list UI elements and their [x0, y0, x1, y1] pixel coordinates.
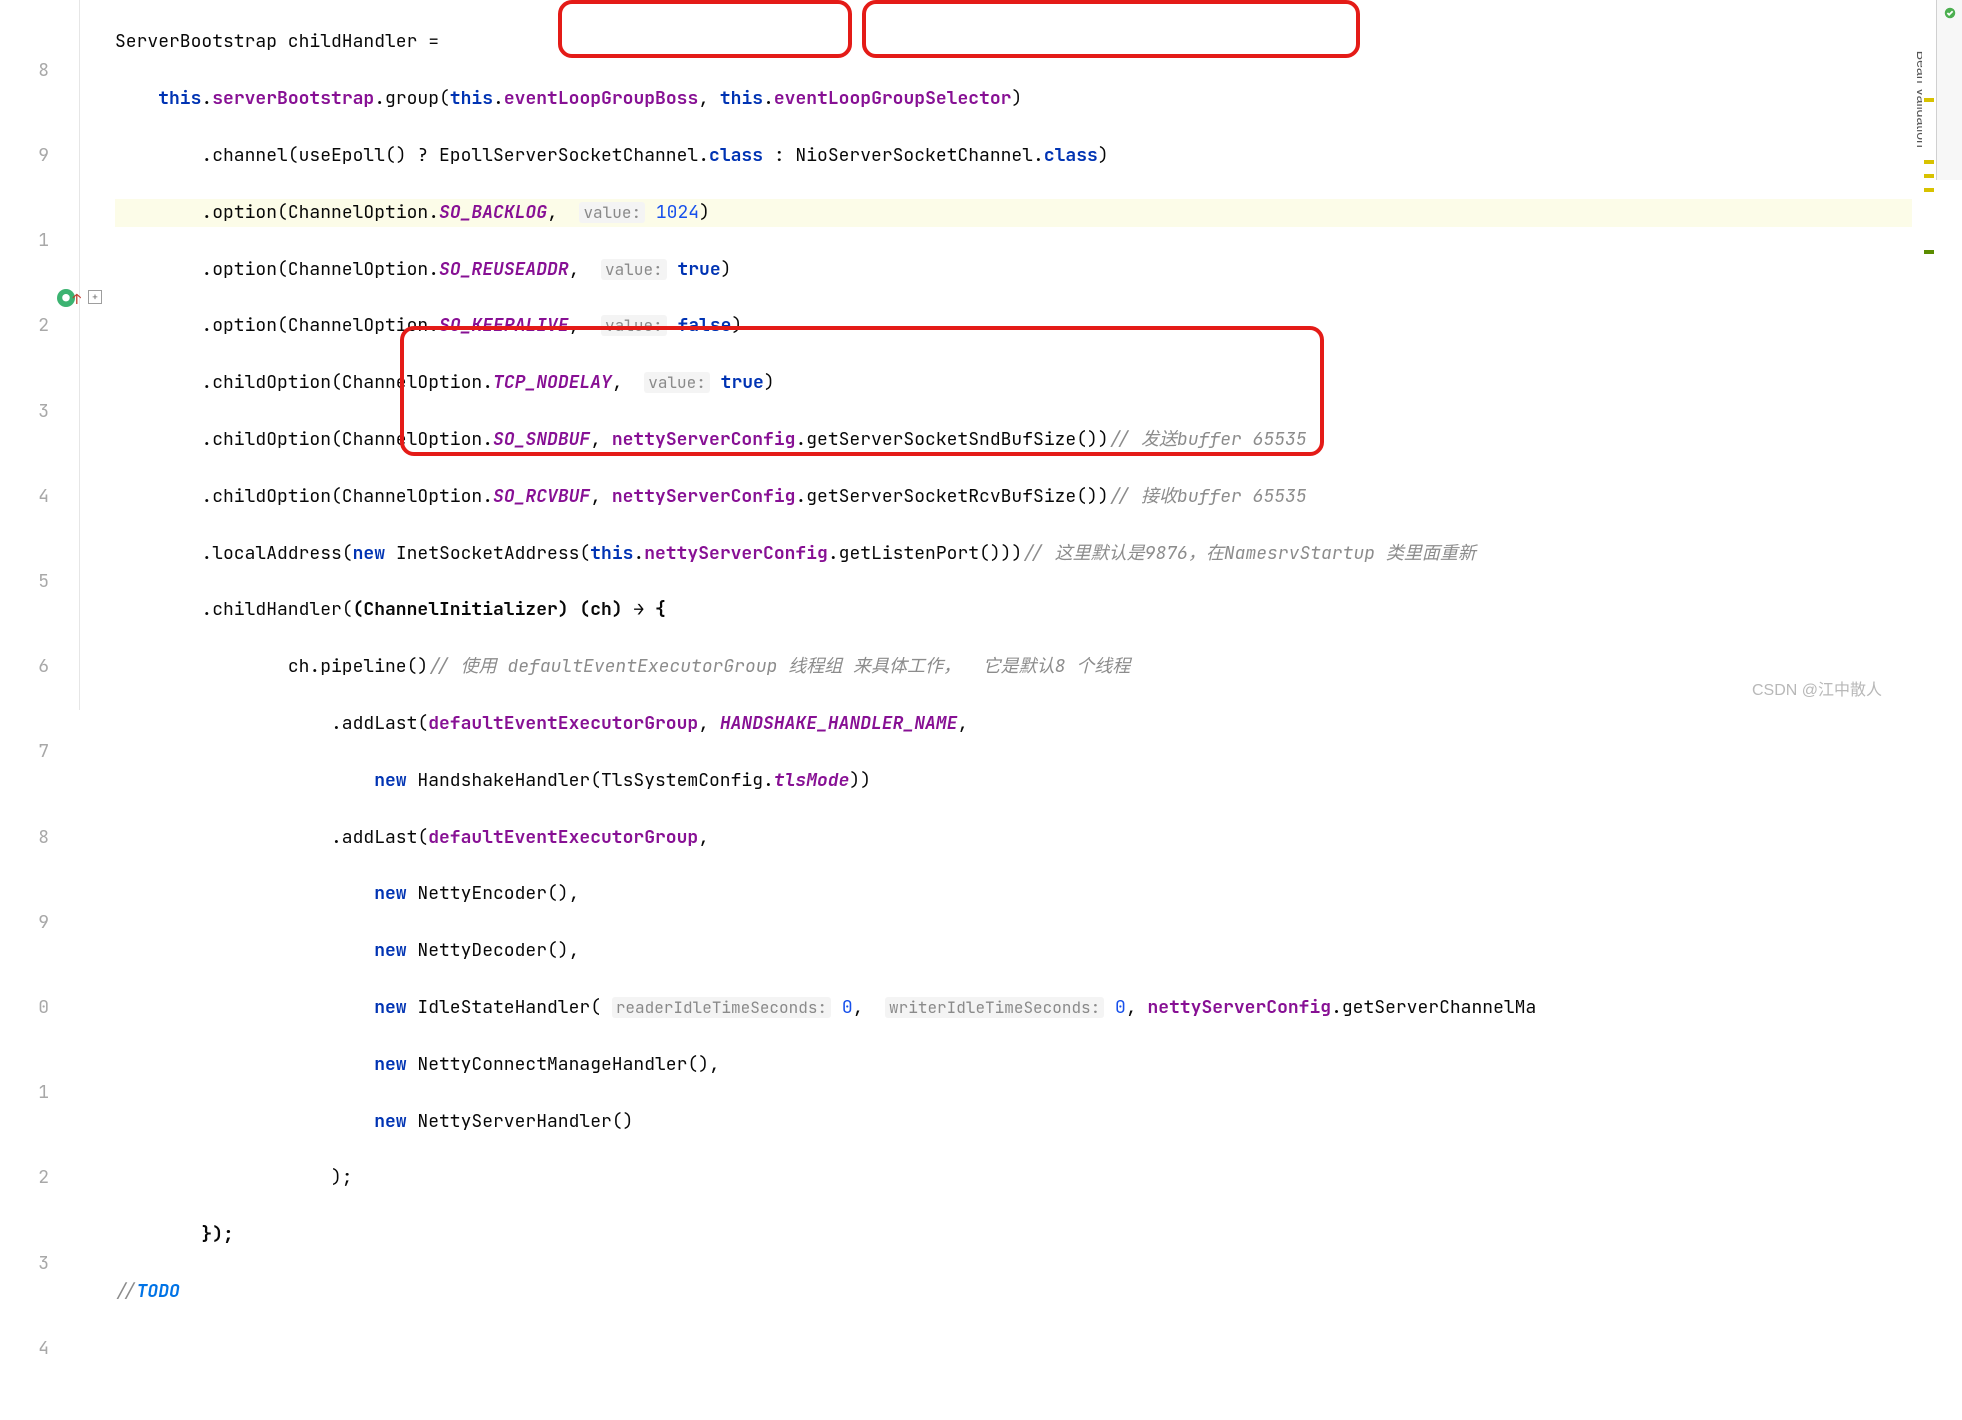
- code-line[interactable]: .addLast(defaultEventExecutorGroup, HAND…: [115, 710, 1912, 738]
- code-editor[interactable]: ServerBootstrap childHandler = this.serv…: [115, 0, 1912, 1335]
- code-line[interactable]: new NettyServerHandler(): [115, 1108, 1912, 1136]
- fold-toggle-icon[interactable]: +: [88, 290, 102, 304]
- code-line[interactable]: });: [115, 1221, 1912, 1249]
- warning-stripe-icon[interactable]: [1924, 188, 1934, 192]
- warning-stripe-icon[interactable]: [1924, 98, 1934, 102]
- code-line[interactable]: .childOption(ChannelOption.SO_RCVBUF, ne…: [115, 483, 1912, 511]
- code-line[interactable]: .option(ChannelOption.SO_KEEPALIVE, valu…: [115, 312, 1912, 340]
- code-line[interactable]: .childOption(ChannelOption.TCP_NODELAY, …: [115, 369, 1912, 397]
- code-line[interactable]: .childHandler((ChannelInitializer) (ch) …: [115, 596, 1912, 624]
- change-stripe-icon[interactable]: [1924, 250, 1934, 254]
- code-line[interactable]: new IdleStateHandler( readerIdleTimeSeco…: [115, 994, 1912, 1022]
- code-line[interactable]: .channel(useEpoll() ? EpollServerSocketC…: [115, 142, 1912, 170]
- code-line[interactable]: new HandshakeHandler(TlsSystemConfig.tls…: [115, 767, 1912, 795]
- line-number: 4: [0, 483, 49, 511]
- code-line[interactable]: .option(ChannelOption.SO_REUSEADDR, valu…: [115, 256, 1912, 284]
- watermark-text: CSDN @江中散人: [1752, 676, 1882, 700]
- line-number: 6: [0, 653, 49, 681]
- code-line[interactable]: );: [115, 1164, 1912, 1192]
- code-line[interactable]: new NettyConnectManageHandler(),: [115, 1051, 1912, 1079]
- gutter-arrow-icon[interactable]: ↑: [73, 286, 81, 314]
- line-number: 1: [0, 1079, 49, 1107]
- line-number: 8: [0, 824, 49, 852]
- inlay-hint: readerIdleTimeSeconds:: [612, 997, 831, 1018]
- line-number: 3: [0, 398, 49, 426]
- inlay-hint: value:: [579, 202, 645, 223]
- code-line[interactable]: .localAddress(new InetSocketAddress(this…: [115, 540, 1912, 568]
- inlay-hint: writerIdleTimeSeconds:: [885, 997, 1104, 1018]
- warning-stripe-icon[interactable]: [1924, 160, 1934, 164]
- line-number-gutter: 8 9 1 2 3 4 5 6 7 8 9 0 1 2 3 4 5 6 7 8 …: [0, 0, 80, 710]
- code-line[interactable]: ch.pipeline()// 使用 defaultEventExecutorG…: [115, 653, 1912, 681]
- line-number: 0: [0, 994, 49, 1022]
- line-number: 2: [0, 1164, 49, 1192]
- code-line[interactable]: this.serverBootstrap.group(this.eventLoo…: [115, 85, 1912, 113]
- code-line-current[interactable]: .option(ChannelOption.SO_BACKLOG, value:…: [115, 199, 1912, 227]
- code-line[interactable]: .childOption(ChannelOption.SO_SNDBUF, ne…: [115, 426, 1912, 454]
- inlay-hint: value:: [644, 372, 710, 393]
- code-line[interactable]: //TODO: [115, 1278, 1912, 1306]
- line-number: 5: [0, 568, 49, 596]
- code-line[interactable]: new NettyEncoder(),: [115, 880, 1912, 908]
- line-number: 3: [0, 1250, 49, 1278]
- code-line[interactable]: .addLast(defaultEventExecutorGroup,: [115, 824, 1912, 852]
- line-number: 9: [0, 142, 49, 170]
- line-number: 7: [0, 738, 49, 766]
- bean-validation-icon: [1943, 6, 1957, 20]
- inlay-hint: value:: [601, 259, 667, 280]
- error-stripe-track[interactable]: [1922, 0, 1936, 710]
- code-line[interactable]: new NettyDecoder(),: [115, 937, 1912, 965]
- inlay-hint: value:: [601, 315, 667, 336]
- line-number: 4: [0, 1335, 49, 1363]
- line-number: 9: [0, 909, 49, 937]
- warning-stripe-icon[interactable]: [1924, 174, 1934, 178]
- line-number: 2: [0, 312, 49, 340]
- code-line[interactable]: ServerBootstrap childHandler =: [115, 28, 1912, 56]
- line-number: 8: [0, 57, 49, 85]
- line-number: 1: [0, 227, 49, 255]
